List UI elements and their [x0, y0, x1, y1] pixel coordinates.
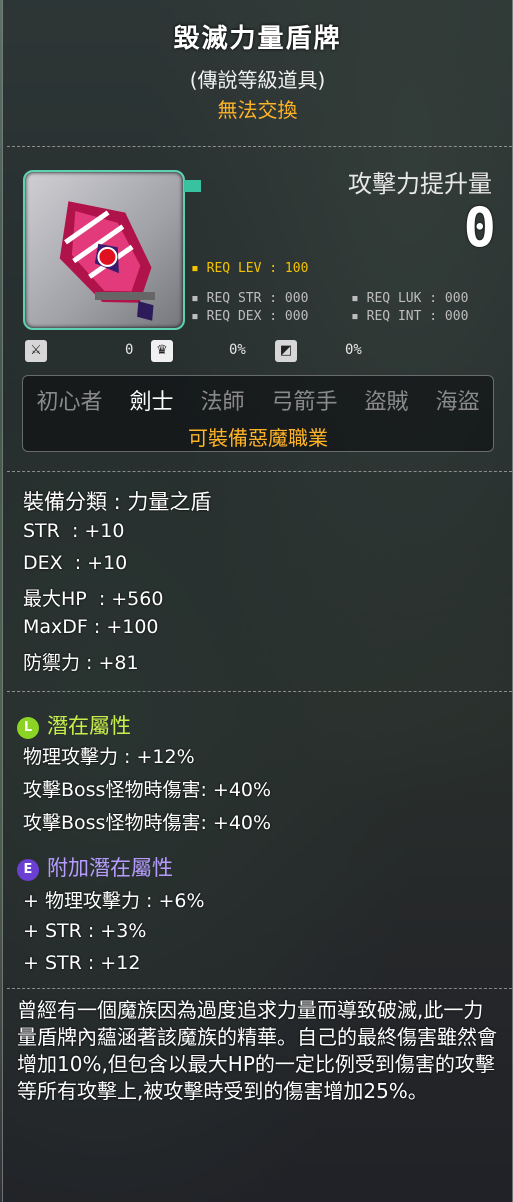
- potential-line: 攻擊Boss怪物時傷害: +40%: [23, 812, 272, 834]
- shield-block-icon: ◩: [275, 340, 297, 362]
- job-magician: 法師: [200, 390, 245, 415]
- req-luk: ▪ REQ LUK : 000: [351, 291, 469, 306]
- shield-item-icon: [59, 201, 155, 321]
- upgrade-crown-icon: ♛: [151, 340, 173, 362]
- divider: [7, 988, 512, 989]
- divider: [7, 691, 512, 692]
- job-requirements: 初心者 劍士 法師 弓箭手 盜賊 海盜 可裝備惡魔職業: [22, 375, 494, 452]
- grade-flag: [184, 180, 201, 192]
- stat-dex: DEX : +10: [23, 552, 128, 574]
- req-dex-text: REQ DEX : 000: [206, 309, 309, 324]
- job-thief: 盜賊: [364, 390, 409, 415]
- attack-gain-label: 攻擊力提升量: [348, 170, 492, 198]
- req-level: ▪ REQ LEV : 100: [191, 261, 309, 276]
- potential-line: 攻擊Boss怪物時傷害: +40%: [23, 779, 272, 801]
- stat-max-hp: 最大HP : +560: [23, 588, 164, 610]
- bonus-potential-line: + 物理攻擊力 : +6%: [23, 890, 205, 912]
- req-int: ▪ REQ INT : 000: [351, 309, 469, 324]
- divider: [7, 471, 512, 472]
- req-level-text: REQ LEV : 100: [206, 261, 309, 276]
- stat-icon-value: 0: [125, 342, 134, 358]
- stat-max-df: MaxDF : +100: [23, 616, 159, 638]
- job-list: 初心者 劍士 法師 弓箭手 盜賊 海盜: [23, 384, 493, 416]
- demon-equip-note: 可裝備惡魔職業: [188, 426, 328, 450]
- potential-header: L 潛在屬性: [17, 710, 131, 740]
- item-tooltip: 毀滅力量盾牌 (傳說等級道具) 無法交換 攻擊力提升量 0 ▪ REQ LEV …: [2, 0, 513, 1202]
- job-pirate: 海盜: [435, 390, 480, 415]
- stat-icons-row: ⚔ 0 ♛ 0% ◩ 0%: [23, 340, 493, 366]
- potential-title: 潛在屬性: [47, 714, 131, 738]
- stat-icon-value: 0%: [345, 342, 362, 358]
- bonus-potential-rank-icon: E: [17, 859, 39, 881]
- req-int-text: REQ INT : 000: [366, 309, 469, 324]
- job-archer: 弓箭手: [271, 390, 338, 415]
- bonus-potential-title: 附加潛在屬性: [47, 856, 173, 880]
- divider: [7, 146, 512, 147]
- job-warrior: 劍士: [129, 390, 174, 415]
- item-description: 曾經有一個魔族因為過度追求力量而導致破滅,此一力量盾牌內蘊涵著該魔族的精華。自己…: [17, 998, 497, 1103]
- potential-line: 物理攻擊力 : +12%: [23, 746, 195, 768]
- bonus-potential-line: + STR : +3%: [23, 920, 147, 942]
- item-icon-frame[interactable]: [23, 170, 185, 330]
- stat-str: STR : +10: [23, 520, 125, 542]
- trade-status: 無法交換: [217, 98, 298, 122]
- potential-rank-icon: L: [17, 717, 39, 739]
- stat-icon-value: 0%: [229, 342, 246, 358]
- sword-shield-icon: ⚔: [25, 340, 47, 362]
- job-beginner: 初心者: [36, 390, 103, 415]
- attack-gain-value: 0: [463, 196, 496, 259]
- stat-category: 裝備分類 : 力量之盾: [23, 490, 212, 514]
- req-str-text: REQ STR : 000: [206, 291, 309, 306]
- req-dex: ▪ REQ DEX : 000: [191, 309, 309, 324]
- bonus-potential-header: E 附加潛在屬性: [17, 852, 173, 882]
- req-luk-text: REQ LUK : 000: [366, 291, 469, 306]
- item-name: 毀滅力量盾牌: [173, 24, 342, 54]
- bonus-potential-line: + STR : +12: [23, 952, 141, 974]
- item-grade: (傳說等級道具): [189, 68, 326, 92]
- req-str: ▪ REQ STR : 000: [191, 291, 309, 306]
- stat-defense: 防禦力 : +81: [23, 652, 139, 674]
